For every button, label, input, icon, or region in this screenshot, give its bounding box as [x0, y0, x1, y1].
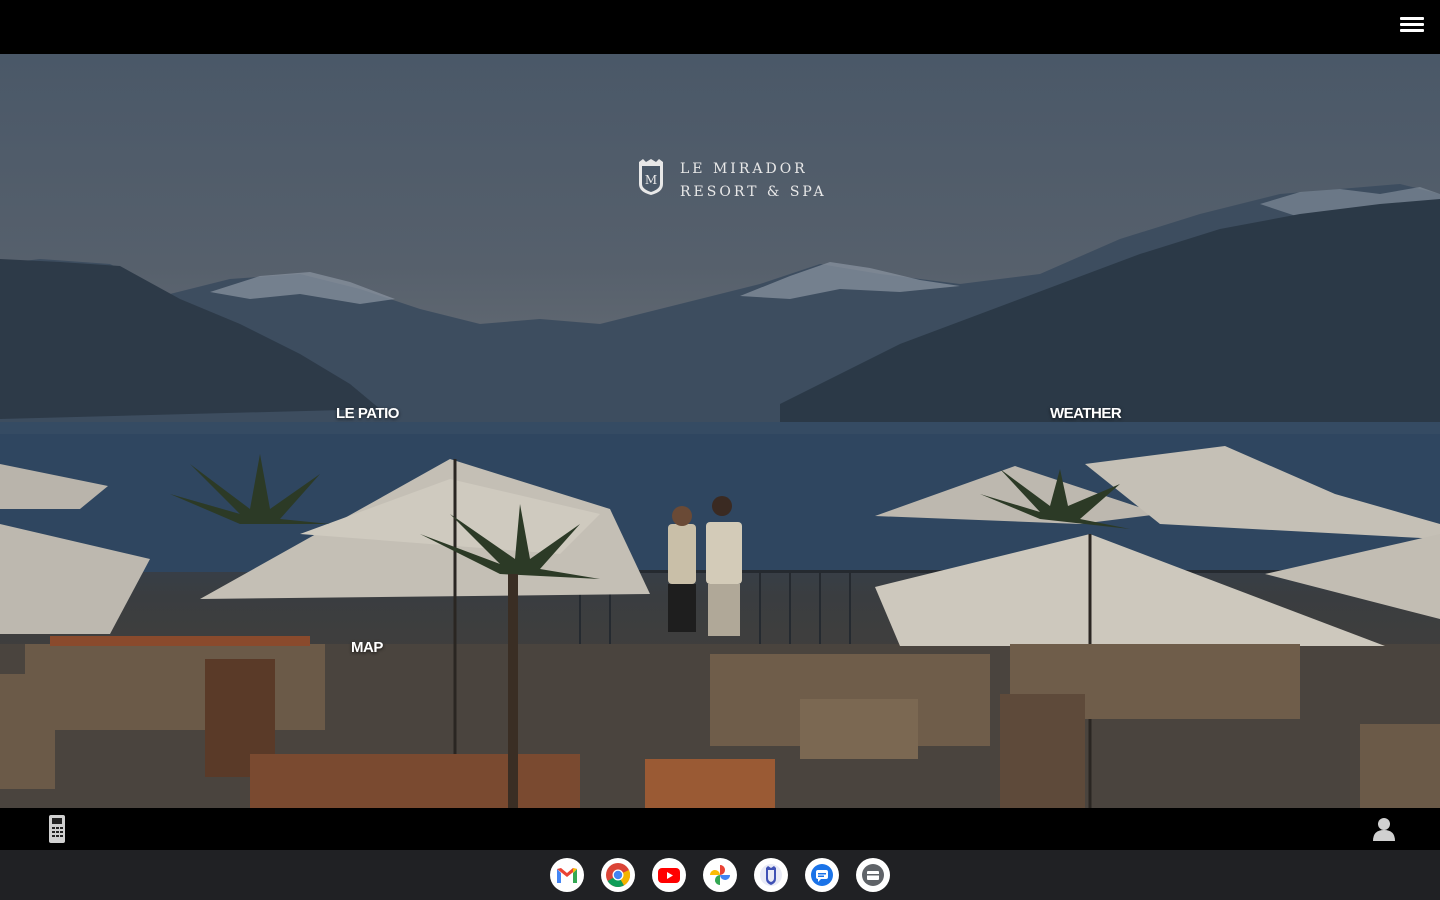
phone-handset-icon[interactable]	[48, 814, 66, 844]
youtube-icon[interactable]	[652, 858, 686, 892]
messages-icon[interactable]	[805, 858, 839, 892]
brand-name: LE MIRADOR	[680, 161, 808, 177]
system-shelf	[0, 850, 1440, 900]
top-bar	[0, 0, 1440, 54]
resort-logo: M LE MIRADOR RESORT & SPA	[638, 158, 828, 202]
hotel-app-icon[interactable]	[754, 858, 788, 892]
gmail-icon[interactable]	[550, 858, 584, 892]
google-photos-icon[interactable]	[703, 858, 737, 892]
bottom-bar	[0, 808, 1440, 850]
hero-background-image: M LE MIRADOR RESORT & SPA LE PATIO WEATH…	[0, 54, 1440, 808]
shelf-app-list	[550, 858, 890, 892]
crest-icon: M	[639, 159, 663, 195]
files-icon[interactable]	[856, 858, 890, 892]
user-profile-icon[interactable]	[1372, 816, 1396, 842]
hotspot-le-patio[interactable]: LE PATIO	[336, 405, 399, 422]
crest-letter: M	[645, 173, 657, 187]
hamburger-menu-icon[interactable]	[1400, 17, 1424, 37]
hotspot-map[interactable]: MAP	[351, 639, 383, 656]
hotspot-weather[interactable]: WEATHER	[1050, 405, 1122, 422]
brand-subtitle: RESORT & SPA	[680, 184, 827, 200]
chrome-icon[interactable]	[601, 858, 635, 892]
